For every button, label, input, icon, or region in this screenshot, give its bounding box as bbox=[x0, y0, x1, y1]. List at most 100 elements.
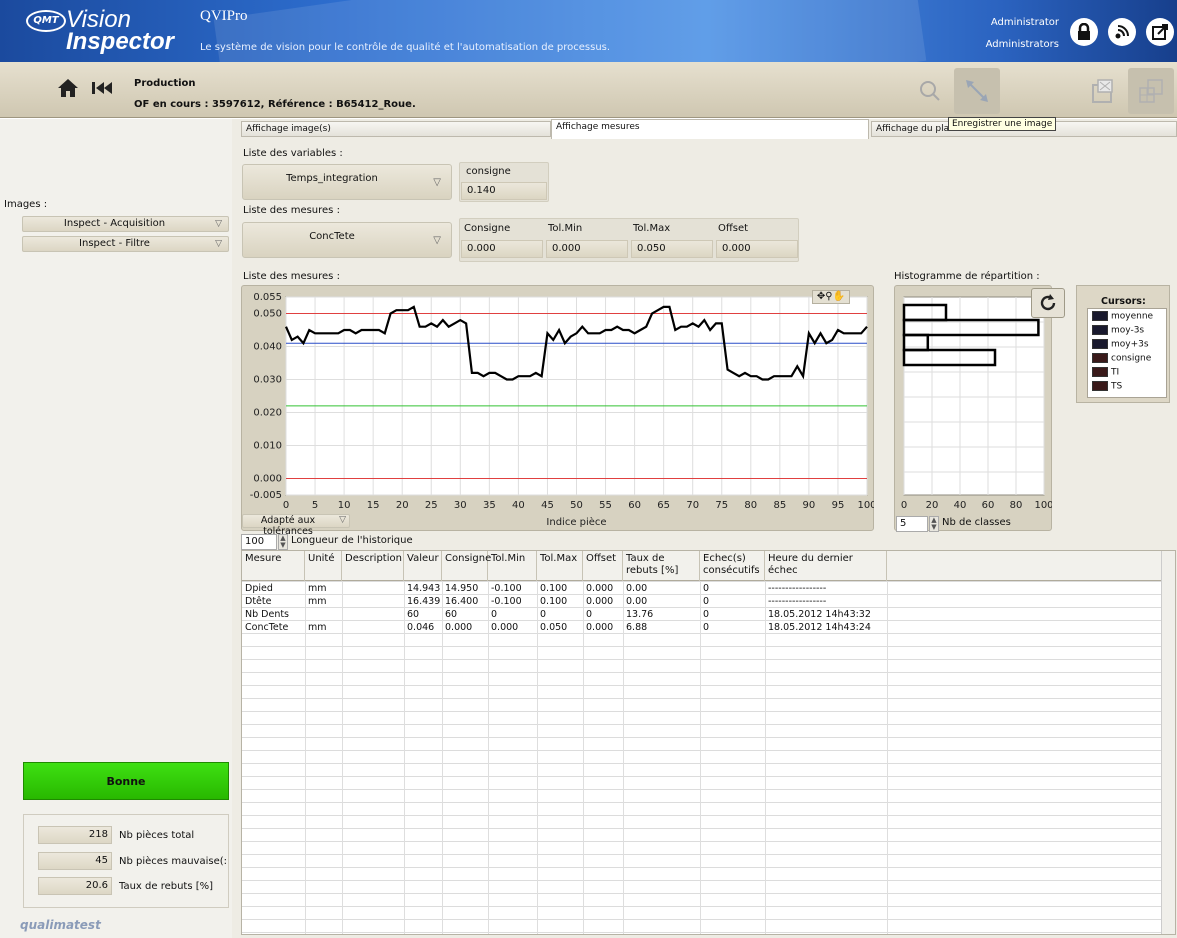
bins-spinner[interactable]: ▲ ▼ bbox=[929, 516, 939, 532]
x-tick-label: 10 bbox=[338, 500, 351, 511]
column-header[interactable]: Tol.Max bbox=[537, 551, 583, 581]
column-header[interactable]: Echec(s) consécutifs bbox=[700, 551, 765, 581]
x-tick-label: 20 bbox=[396, 500, 409, 511]
bins-label: Nb de classes bbox=[942, 517, 1011, 528]
home-icon[interactable] bbox=[50, 70, 86, 106]
column-header[interactable]: Tol.Min bbox=[488, 551, 537, 581]
measures-select[interactable]: ConcTete ▽ bbox=[242, 222, 452, 258]
cursor-item[interactable]: consigne bbox=[1092, 353, 1151, 364]
hist-x-tick-label: 60 bbox=[982, 500, 995, 511]
tab-affichage-images[interactable]: Affichage image(s) bbox=[241, 121, 551, 137]
histogram-plot-area bbox=[903, 296, 1045, 496]
table-cell: 0 bbox=[703, 596, 710, 607]
counter-total-label: Nb pièces total bbox=[119, 830, 195, 841]
x-tick-label: 65 bbox=[657, 500, 670, 511]
exit-icon[interactable] bbox=[1146, 18, 1174, 46]
production-info: OF en cours : 3597612, Référence : B6541… bbox=[134, 99, 416, 110]
column-divider bbox=[404, 581, 405, 934]
column-header[interactable]: Offset bbox=[583, 551, 623, 581]
column-header[interactable]: Mesure bbox=[242, 551, 305, 581]
y-tick-label: 0.040 bbox=[253, 342, 282, 353]
y-tick-label: 0.055 bbox=[253, 292, 282, 303]
column-divider bbox=[305, 581, 306, 934]
table-cell: 0 bbox=[586, 609, 593, 620]
table-cell: 14.950 bbox=[445, 583, 479, 594]
scale-mode-select[interactable]: Adapté aux tolérances ▽ bbox=[242, 514, 350, 537]
status-indicator: Bonne bbox=[23, 762, 229, 800]
user-role: Administrators bbox=[985, 39, 1059, 50]
production-title: Production bbox=[134, 78, 196, 89]
hist-x-tick-label: 20 bbox=[926, 500, 939, 511]
y-tick-label: 0.010 bbox=[253, 441, 282, 452]
table-cell: ----------------- bbox=[768, 583, 827, 594]
layout-windows-icon[interactable] bbox=[1128, 68, 1174, 114]
column-divider bbox=[887, 581, 888, 934]
column-divider bbox=[623, 581, 624, 934]
chevron-down-icon: ▽ bbox=[215, 239, 222, 249]
column-header[interactable]: Unité bbox=[305, 551, 342, 581]
tab-affichage-mesures[interactable]: Affichage mesures bbox=[551, 119, 869, 139]
qmt-logo-badge: QMT bbox=[26, 10, 66, 32]
lock-icon[interactable] bbox=[1070, 18, 1098, 46]
cursor-item[interactable]: TS bbox=[1092, 381, 1122, 392]
x-tick-label: 70 bbox=[686, 500, 699, 511]
chevron-down-icon: ▽ bbox=[433, 177, 441, 188]
images-label: Images : bbox=[4, 199, 48, 210]
table-cell: 60 bbox=[445, 609, 458, 620]
counter-bad-value: 45 bbox=[38, 852, 112, 870]
table-cell: 16.400 bbox=[445, 596, 479, 607]
column-header[interactable]: Consigne bbox=[442, 551, 491, 581]
consigne-param-value: 0.000 bbox=[461, 240, 543, 258]
y-tick-label: 0.000 bbox=[253, 474, 282, 485]
refresh-icon[interactable] bbox=[1031, 288, 1065, 318]
column-header[interactable]: Valeur bbox=[404, 551, 442, 581]
history-length-label: Longueur de l'historique bbox=[291, 535, 413, 546]
x-tick-label: 90 bbox=[803, 500, 816, 511]
connection-icon[interactable] bbox=[1108, 18, 1136, 46]
cursor-item[interactable]: moyenne bbox=[1092, 311, 1153, 322]
image-item-filtre[interactable]: Inspect - Filtre ▽ bbox=[22, 236, 229, 252]
fullscreen-arrows-icon[interactable] bbox=[954, 68, 1000, 114]
history-length-input[interactable]: 100 bbox=[241, 534, 277, 550]
column-header[interactable]: Description bbox=[342, 551, 404, 581]
counter-bad-label: Nb pièces mauvaise(: bbox=[119, 856, 227, 867]
x-tick-label: 40 bbox=[512, 500, 525, 511]
table-cell: 14.943 bbox=[407, 583, 441, 594]
zoom-search-icon[interactable] bbox=[907, 68, 953, 114]
table-cell: 0.000 bbox=[445, 622, 473, 633]
pan-hand-icon[interactable]: ✋ bbox=[833, 291, 845, 302]
table-cell: 0.046 bbox=[407, 622, 435, 633]
zoom-icon[interactable]: ⚲ bbox=[825, 291, 832, 302]
column-divider bbox=[700, 581, 701, 934]
counter-reject-label: Taux de rebuts [%] bbox=[119, 881, 214, 892]
first-record-icon[interactable] bbox=[84, 70, 120, 106]
variables-label: Liste des variables : bbox=[243, 148, 343, 159]
x-tick-label: 45 bbox=[541, 500, 554, 511]
cursor-item[interactable]: moy+3s bbox=[1092, 339, 1149, 350]
offset-label: Offset bbox=[718, 223, 749, 234]
save-image-icon[interactable] bbox=[1080, 68, 1126, 114]
y-tick-label: 0.020 bbox=[253, 408, 282, 419]
x-tick-label: 85 bbox=[773, 500, 786, 511]
column-divider bbox=[442, 581, 443, 934]
table-cell: ----------------- bbox=[768, 596, 827, 607]
table-scrollbar[interactable] bbox=[1161, 551, 1175, 934]
history-spinner[interactable]: ▲ ▼ bbox=[278, 534, 288, 550]
cursor-item[interactable]: TI bbox=[1092, 367, 1119, 378]
measure-line-chart: 0 5 10 15 20 25 30 35 40 45 50 55 60 65 70 75 80 85 90 95 10… bbox=[250, 292, 874, 528]
column-header[interactable]: Heure du dernier échec bbox=[765, 551, 887, 581]
variables-select[interactable]: Temps_integration ▽ bbox=[242, 164, 452, 200]
table-cell: mm bbox=[308, 596, 327, 607]
counter-total-value: 218 bbox=[38, 826, 112, 844]
hist-x-tick-label: 0 bbox=[901, 500, 907, 511]
consigne-value: 0.140 bbox=[461, 182, 547, 200]
cursor-item[interactable]: moy-3s bbox=[1092, 325, 1144, 336]
column-divider bbox=[488, 581, 489, 934]
x-tick-label: 100 bbox=[857, 500, 874, 511]
table-cell: 0.100 bbox=[540, 583, 568, 594]
column-header[interactable]: Taux de rebuts [%] bbox=[623, 551, 700, 581]
bins-input[interactable]: 5 bbox=[896, 516, 928, 532]
image-item-acquisition[interactable]: Inspect - Acquisition ▽ bbox=[22, 216, 229, 232]
graph-tools-palette[interactable]: ✥⚲✋ bbox=[812, 290, 850, 304]
table-cell: mm bbox=[308, 583, 327, 594]
